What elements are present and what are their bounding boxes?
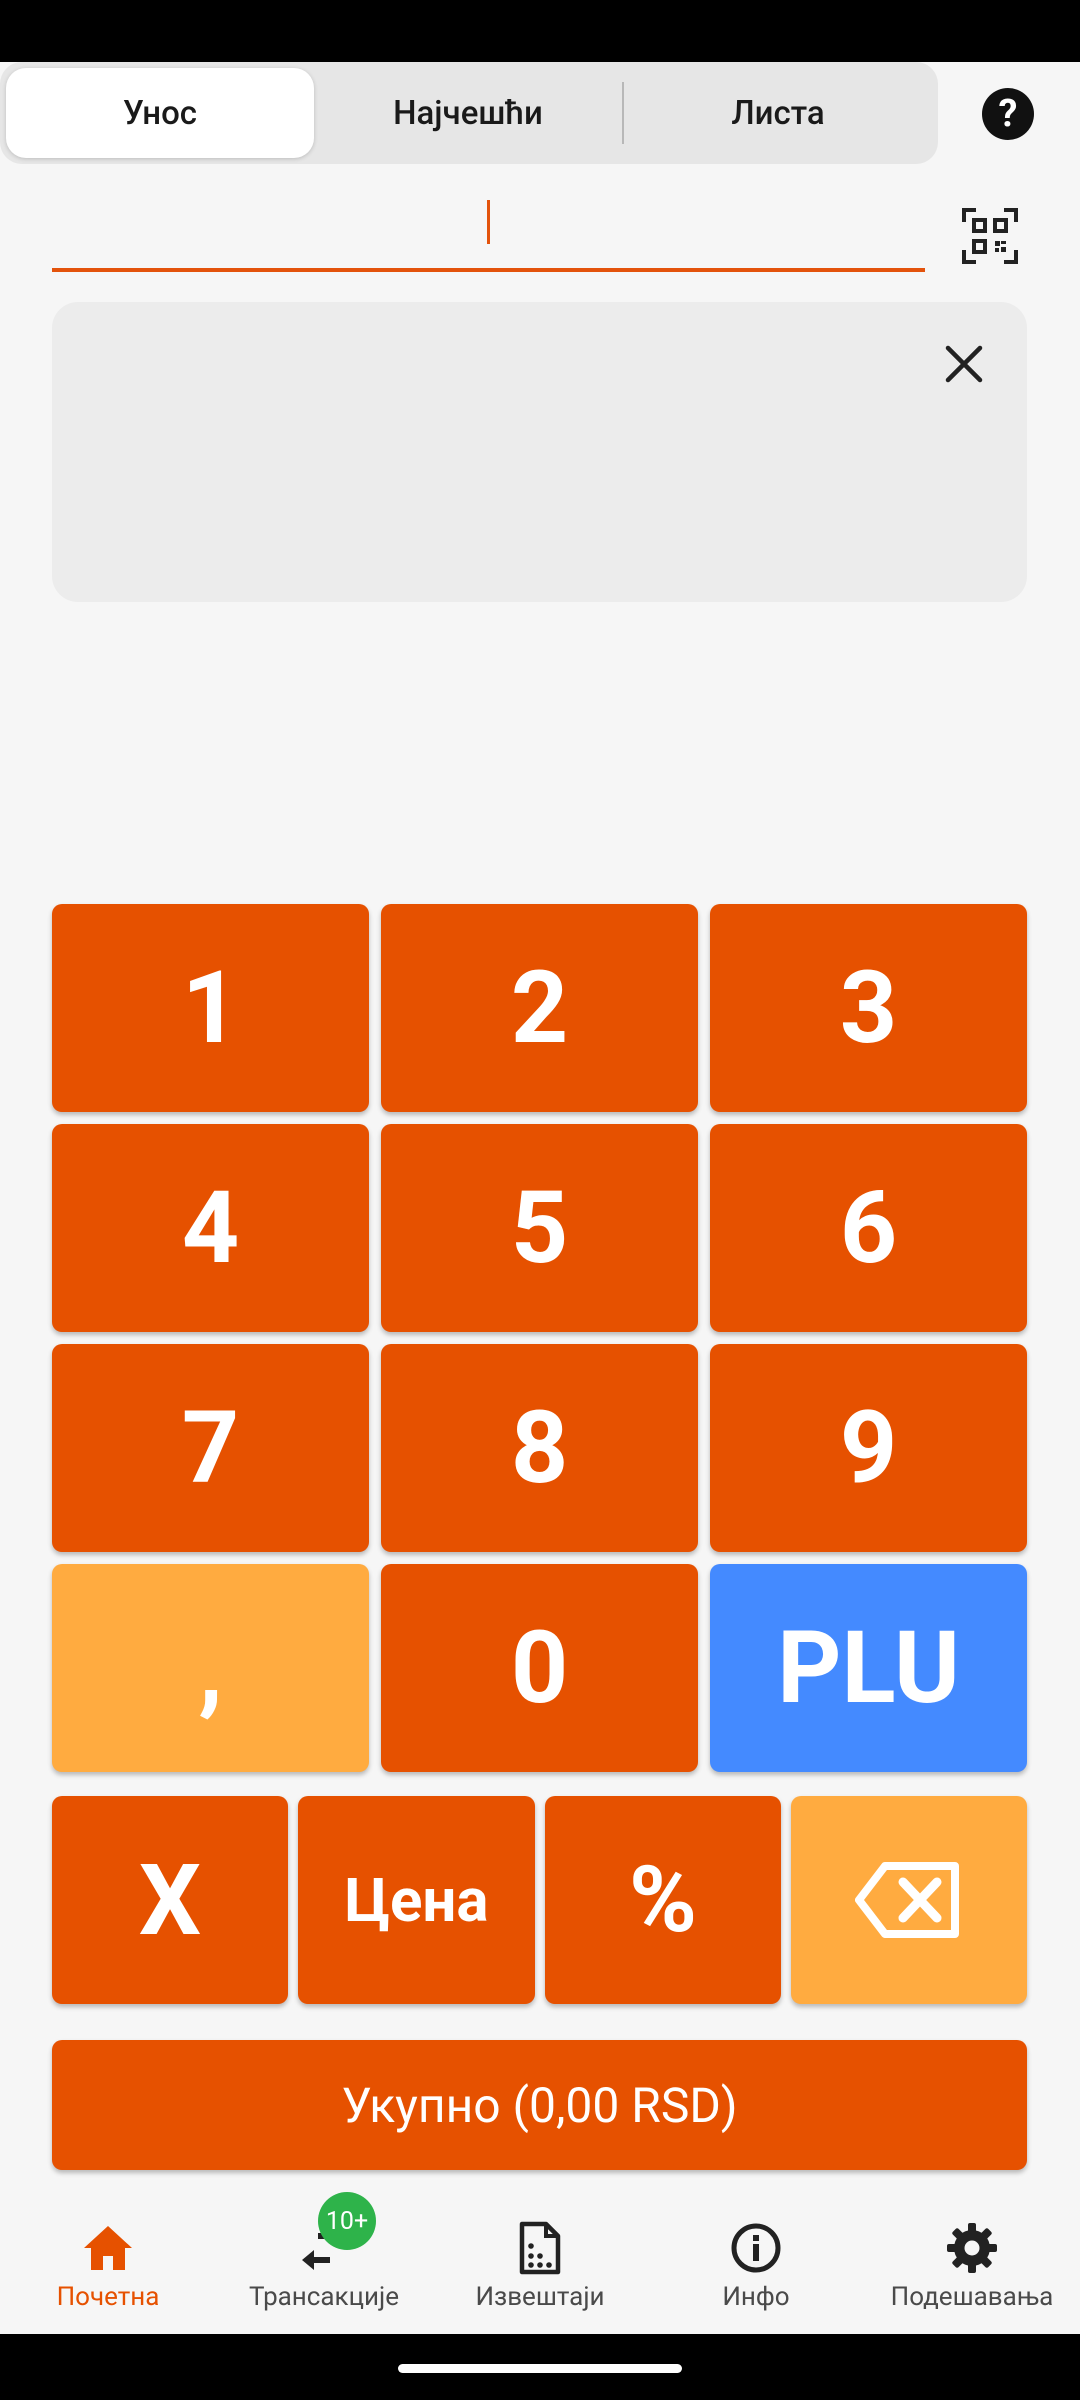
key-comma[interactable]: , <box>52 1564 369 1772</box>
multiply-button[interactable]: X <box>52 1796 288 2004</box>
notification-badge: 10+ <box>318 2192 376 2250</box>
nav-transactions-label: Трансакције <box>248 2282 400 2312</box>
percent-button[interactable]: % <box>545 1796 781 2004</box>
total-button[interactable]: Укупно (0,00 RSD) <box>52 2040 1027 2170</box>
close-icon[interactable] <box>940 340 988 388</box>
home-icon <box>84 2226 132 2270</box>
key-1[interactable]: 1 <box>52 904 369 1112</box>
key-6[interactable]: 6 <box>710 1124 1027 1332</box>
reports-icon <box>519 2221 561 2275</box>
key-9[interactable]: 9 <box>710 1344 1027 1552</box>
text-cursor <box>487 200 490 244</box>
nav-info-label: Инфо <box>722 2282 790 2312</box>
key-8[interactable]: 8 <box>381 1344 698 1552</box>
tab-bar: Унос Најчешћи Листа <box>0 62 938 164</box>
key-7[interactable]: 7 <box>52 1344 369 1552</box>
tab-unos[interactable]: Унос <box>6 68 314 158</box>
help-icon[interactable]: ? <box>982 88 1034 140</box>
info-icon <box>731 2223 781 2273</box>
nav-reports-label: Извештаји <box>475 2282 605 2312</box>
backspace-button[interactable] <box>791 1796 1027 2004</box>
price-button[interactable]: Цена <box>298 1796 535 2004</box>
tab-lista[interactable]: Листа <box>624 62 932 164</box>
plu-button[interactable]: PLU <box>710 1564 1027 1772</box>
qr-scan-icon[interactable] <box>960 206 1020 266</box>
backspace-icon <box>855 1862 959 1938</box>
nav-home[interactable]: Почетна <box>0 2200 216 2334</box>
key-5[interactable]: 5 <box>381 1124 698 1332</box>
key-4[interactable]: 4 <box>52 1124 369 1332</box>
input-underline <box>52 268 925 272</box>
home-gesture-handle[interactable] <box>398 2364 682 2373</box>
nav-settings[interactable]: Подешавања <box>864 2200 1080 2334</box>
nav-settings-label: Подешавања <box>890 2282 1054 2312</box>
status-bar <box>0 0 1080 62</box>
settings-icon <box>947 2223 997 2273</box>
key-2[interactable]: 2 <box>381 904 698 1112</box>
tab-najcesci[interactable]: Најчешћи <box>314 62 622 164</box>
key-0[interactable]: 0 <box>381 1564 698 1772</box>
receipt-display <box>52 302 1027 602</box>
nav-info[interactable]: Инфо <box>648 2200 864 2334</box>
nav-home-label: Почетна <box>56 2282 160 2312</box>
nav-reports[interactable]: Извештаји <box>432 2200 648 2334</box>
key-3[interactable]: 3 <box>710 904 1027 1112</box>
